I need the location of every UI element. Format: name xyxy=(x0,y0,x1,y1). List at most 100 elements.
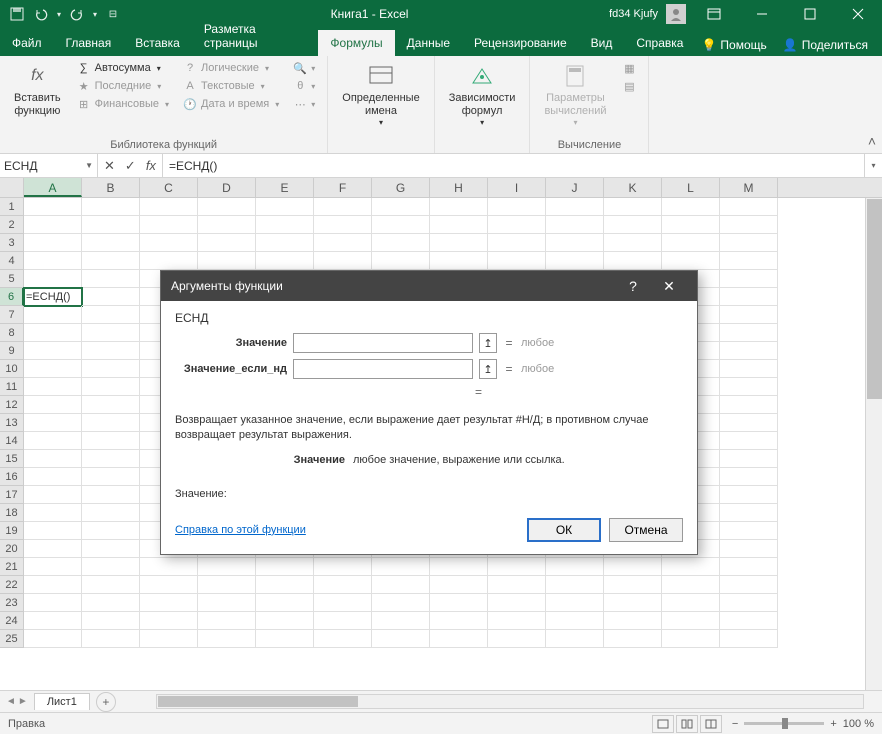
cell[interactable] xyxy=(24,414,82,432)
cell[interactable] xyxy=(24,486,82,504)
cell[interactable] xyxy=(488,558,546,576)
cell[interactable] xyxy=(662,252,720,270)
cell[interactable] xyxy=(82,378,140,396)
logical-button[interactable]: ?Логические▾ xyxy=(179,60,283,76)
column-header[interactable]: I xyxy=(488,178,546,197)
cell[interactable] xyxy=(720,306,778,324)
column-header[interactable]: J xyxy=(546,178,604,197)
zoom-slider[interactable] xyxy=(744,722,824,725)
cell[interactable] xyxy=(604,612,662,630)
help-link[interactable]: Справка по этой функции xyxy=(175,524,306,536)
row-header[interactable]: 2 xyxy=(0,216,24,234)
column-header[interactable]: F xyxy=(314,178,372,197)
column-header[interactable]: C xyxy=(140,178,198,197)
cell[interactable] xyxy=(720,540,778,558)
tab-home[interactable]: Главная xyxy=(54,30,124,56)
cell[interactable] xyxy=(720,342,778,360)
cell[interactable] xyxy=(662,216,720,234)
cell[interactable] xyxy=(256,558,314,576)
close-button[interactable]: ✕ xyxy=(651,271,687,301)
tab-review[interactable]: Рецензирование xyxy=(462,30,579,56)
cell[interactable] xyxy=(314,594,372,612)
financial-button[interactable]: ⊞Финансовые▾ xyxy=(73,96,173,112)
column-header[interactable]: G xyxy=(372,178,430,197)
tab-file[interactable]: Файл xyxy=(0,30,54,56)
cell[interactable] xyxy=(82,504,140,522)
row-header[interactable]: 3 xyxy=(0,234,24,252)
cell[interactable] xyxy=(662,630,720,648)
cell[interactable] xyxy=(140,558,198,576)
row-header[interactable]: 10 xyxy=(0,360,24,378)
cell[interactable] xyxy=(198,630,256,648)
cell[interactable] xyxy=(82,630,140,648)
cell[interactable] xyxy=(24,342,82,360)
arg2-input[interactable] xyxy=(293,359,473,379)
cell[interactable] xyxy=(662,576,720,594)
share-button[interactable]: 👤Поделиться xyxy=(777,34,874,56)
autosum-button[interactable]: ∑Автосумма▾ xyxy=(73,60,173,76)
cell[interactable] xyxy=(372,198,430,216)
cell[interactable] xyxy=(720,252,778,270)
cell[interactable] xyxy=(314,252,372,270)
cell[interactable] xyxy=(82,432,140,450)
page-layout-view-button[interactable] xyxy=(676,715,698,733)
cell[interactable] xyxy=(82,486,140,504)
cancel-formula-icon[interactable]: ✕ xyxy=(104,158,115,174)
cell[interactable] xyxy=(372,216,430,234)
row-header[interactable]: 17 xyxy=(0,486,24,504)
cell[interactable] xyxy=(720,396,778,414)
row-header[interactable]: 9 xyxy=(0,342,24,360)
cell[interactable] xyxy=(24,396,82,414)
cell[interactable] xyxy=(720,270,778,288)
cell[interactable] xyxy=(198,594,256,612)
cell[interactable] xyxy=(82,522,140,540)
cell[interactable] xyxy=(198,576,256,594)
cell[interactable] xyxy=(372,558,430,576)
zoom-level[interactable]: 100 % xyxy=(843,718,874,730)
cell[interactable] xyxy=(82,414,140,432)
close-button[interactable] xyxy=(838,0,878,28)
cell[interactable] xyxy=(82,396,140,414)
expand-formula-bar-icon[interactable]: ▾ xyxy=(864,154,882,177)
minimize-button[interactable] xyxy=(742,0,782,28)
chevron-down-icon[interactable]: ▼ xyxy=(85,161,93,170)
cell[interactable] xyxy=(720,594,778,612)
qat-customize-icon[interactable]: ⊟ xyxy=(102,3,124,25)
cell[interactable] xyxy=(546,630,604,648)
cell[interactable] xyxy=(24,324,82,342)
cell[interactable] xyxy=(720,432,778,450)
vertical-scrollbar[interactable] xyxy=(865,198,882,690)
cell[interactable] xyxy=(372,252,430,270)
cell[interactable] xyxy=(24,558,82,576)
ok-button[interactable]: ОК xyxy=(527,518,601,542)
cell[interactable] xyxy=(720,612,778,630)
name-box[interactable]: ЕСНД ▼ xyxy=(0,154,98,177)
cell[interactable] xyxy=(488,198,546,216)
cell[interactable] xyxy=(24,360,82,378)
cell[interactable] xyxy=(82,594,140,612)
page-break-view-button[interactable] xyxy=(700,715,722,733)
cell[interactable] xyxy=(604,252,662,270)
cell[interactable] xyxy=(720,288,778,306)
cell[interactable] xyxy=(82,558,140,576)
cell[interactable] xyxy=(24,216,82,234)
calc-sheet-button[interactable]: ▤ xyxy=(618,78,640,94)
tab-page-layout[interactable]: Разметка страницы xyxy=(192,16,319,56)
cell[interactable] xyxy=(488,612,546,630)
cell[interactable] xyxy=(372,234,430,252)
cell[interactable] xyxy=(604,594,662,612)
tell-me-button[interactable]: 💡Помощь xyxy=(695,34,772,56)
cell[interactable] xyxy=(720,234,778,252)
cell[interactable] xyxy=(604,558,662,576)
cell[interactable] xyxy=(82,450,140,468)
cell[interactable] xyxy=(256,612,314,630)
cell[interactable] xyxy=(314,216,372,234)
cell[interactable] xyxy=(256,216,314,234)
cell[interactable] xyxy=(314,558,372,576)
datetime-button[interactable]: 🕐Дата и время▾ xyxy=(179,96,283,112)
avatar[interactable] xyxy=(666,4,686,24)
cell[interactable] xyxy=(24,270,82,288)
row-header[interactable]: 23 xyxy=(0,594,24,612)
cell[interactable] xyxy=(82,324,140,342)
cell[interactable] xyxy=(198,558,256,576)
